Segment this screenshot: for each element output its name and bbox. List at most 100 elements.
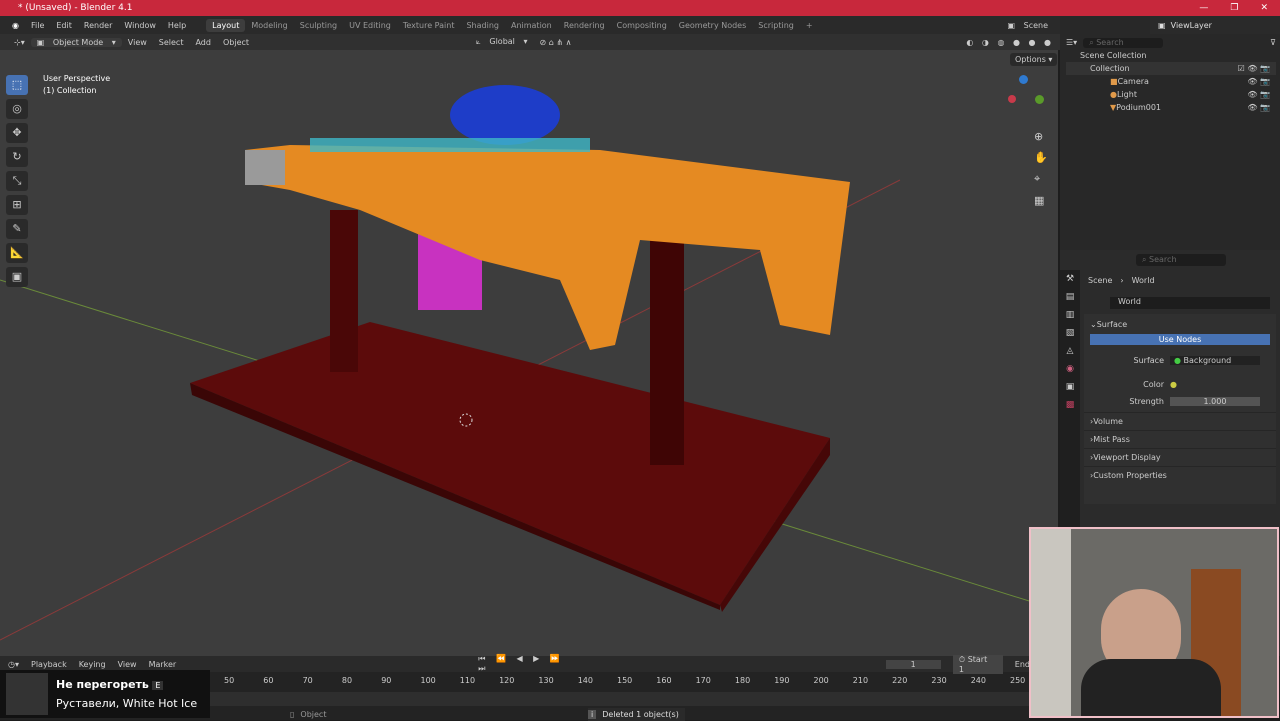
close-icon[interactable]: ✕ (1260, 3, 1268, 13)
visibility-icon[interactable]: ☑ 👁 📷 (1238, 64, 1276, 73)
options-dropdown[interactable]: Options ▾ (1010, 53, 1058, 66)
current-frame-field[interactable]: 1 (885, 659, 941, 669)
tab-modeling[interactable]: Modeling (245, 19, 293, 32)
add-cube-icon[interactable]: ▣ (6, 267, 28, 287)
zoom-icon[interactable]: ⊕ (1034, 130, 1048, 143)
visibility-icon[interactable]: 👁 📷 (1247, 103, 1276, 112)
mist-pass-panel[interactable]: › Mist Pass (1084, 430, 1276, 448)
timeline-track[interactable] (210, 692, 1030, 706)
tool-tab-icon[interactable]: ⚒ (1066, 274, 1074, 284)
surface-shader-field[interactable]: ● Background (1170, 356, 1260, 365)
move-icon[interactable]: ✥ (6, 123, 28, 143)
start-frame-field[interactable]: ⏱ Start 1 (952, 654, 1003, 674)
minimize-icon[interactable]: — (1199, 3, 1208, 13)
mode-dropdown[interactable]: ▣ Object Mode ▾ (30, 37, 122, 47)
use-nodes-button[interactable]: Use Nodes (1090, 334, 1270, 345)
menu-select[interactable]: Select (153, 38, 190, 47)
menu-playback[interactable]: Playback (31, 660, 67, 669)
tab-geometry-nodes[interactable]: Geometry Nodes (673, 19, 752, 32)
tab-scripting[interactable]: Scripting (752, 19, 800, 32)
menu-keying[interactable]: Keying (79, 660, 106, 669)
shading-buttons[interactable]: ◐ ◑ ◍ ● ● ● (960, 38, 1060, 47)
tab-compositing[interactable]: Compositing (611, 19, 673, 32)
3d-viewport[interactable]: User Perspective (1) Collection Options … (0, 50, 1058, 656)
window-title: * (Unsaved) - Blender 4.1 (18, 3, 133, 13)
outliner-item-podium[interactable]: Podium001 (1116, 103, 1161, 112)
orientation-dropdown[interactable]: ⟀ Global ▾ (470, 37, 533, 47)
pan-hand-icon[interactable]: ✋ (1034, 151, 1048, 164)
outliner-item-light[interactable]: Light (1117, 90, 1137, 99)
frame-tick: 240 (970, 676, 986, 685)
scene-tab-icon[interactable]: ◬ (1067, 346, 1074, 356)
navigation-gizmo[interactable] (1005, 75, 1045, 125)
menu-help[interactable]: Help (162, 19, 192, 32)
menu-add[interactable]: Add (189, 38, 217, 47)
outliner-search-placeholder: Search (1096, 37, 1124, 47)
playback-controls[interactable]: ⏮ ⏪ ◀ ▶ ⏩ ⏭ (478, 654, 573, 674)
tab-uv-editing[interactable]: UV Editing (343, 19, 397, 32)
add-workspace-button[interactable]: + (800, 19, 819, 32)
menu-view[interactable]: View (122, 38, 153, 47)
cursor-icon[interactable]: ◎ (6, 99, 28, 119)
view-layer-selector[interactable]: ▣ ViewLayer (1150, 16, 1280, 34)
surface-panel-header[interactable]: ⌄ Surface (1084, 314, 1276, 334)
scene-selector[interactable]: ▣ Scene (1002, 19, 1061, 32)
scale-icon[interactable]: ⤡ (6, 171, 28, 191)
world-tab-icon[interactable]: ◉ (1066, 364, 1074, 374)
outliner-search[interactable]: ⌕ Search (1083, 37, 1164, 48)
menu-window[interactable]: Window (118, 19, 162, 32)
strength-field[interactable]: 1.000 (1170, 397, 1260, 406)
track-artist: Руставели, White Hot Ice (56, 696, 198, 710)
snap-icon[interactable]: ⊘ ⌂ ⋔ ∧ (533, 38, 577, 47)
custom-properties-panel[interactable]: › Custom Properties (1084, 466, 1276, 484)
outliner-item-camera[interactable]: Camera (1118, 77, 1149, 86)
annotate-icon[interactable]: ✎ (6, 219, 28, 239)
tab-animation[interactable]: Animation (505, 19, 558, 32)
status-mode: ▯ Object (290, 710, 327, 719)
menu-edit[interactable]: Edit (50, 19, 78, 32)
end-frame-field[interactable]: End (1015, 660, 1030, 669)
maximize-icon[interactable]: ❐ (1230, 3, 1238, 13)
menu-render[interactable]: Render (78, 19, 118, 32)
output-tab-icon[interactable]: ▥ (1066, 310, 1075, 320)
viewport-display-panel[interactable]: › Viewport Display (1084, 448, 1276, 466)
ortho-grid-icon[interactable]: ▦ (1034, 194, 1048, 207)
frame-ruler[interactable]: 50 60 70 80 90 100 110 120 130 140 150 160 170 180 190… (210, 676, 1030, 688)
view-layer-tab-icon[interactable]: ▧ (1066, 328, 1075, 338)
editor-type-icon[interactable]: ⊹▾ (8, 38, 31, 47)
volume-panel[interactable]: › Volume (1084, 412, 1276, 430)
measure-icon[interactable]: 📐 (6, 243, 28, 263)
rotate-icon[interactable]: ↻ (6, 147, 28, 167)
select-box-icon[interactable]: ⬚ (6, 75, 28, 95)
transform-icon[interactable]: ⊞ (6, 195, 28, 215)
tab-rendering[interactable]: Rendering (558, 19, 611, 32)
tab-layout[interactable]: Layout (206, 18, 246, 32)
window-controls: — ❐ ✕ (1199, 3, 1280, 13)
collection-item[interactable]: Collection (1090, 64, 1130, 73)
scene-collection-item[interactable]: Scene Collection (1080, 51, 1147, 60)
camera-view-icon[interactable]: ⌖ (1034, 172, 1048, 186)
menu-marker[interactable]: Marker (149, 660, 177, 669)
tab-texture-paint[interactable]: Texture Paint (397, 19, 461, 32)
world-name-field[interactable]: World (1110, 297, 1270, 309)
tab-sculpting[interactable]: Sculpting (294, 19, 343, 32)
explicit-badge: E (152, 680, 164, 690)
visibility-icon[interactable]: 👁 📷 (1247, 77, 1276, 86)
outliner-editor-icon[interactable]: ☰▾ (1066, 38, 1077, 47)
properties-search[interactable]: ⌕ Search (1136, 254, 1226, 266)
properties-search-placeholder: Search (1149, 255, 1177, 264)
webcam-overlay (1029, 527, 1279, 718)
render-tab-icon[interactable]: ▤ (1066, 292, 1075, 302)
texture-tab-icon[interactable]: ▩ (1066, 400, 1075, 410)
menu-view-timeline[interactable]: View (118, 660, 137, 669)
timeline-editor-icon[interactable]: ◷▾ (8, 660, 19, 669)
menu-object[interactable]: Object (217, 38, 255, 47)
color-socket[interactable]: ● (1170, 380, 1177, 389)
menu-file[interactable]: File (25, 19, 50, 32)
tab-shading[interactable]: Shading (460, 19, 505, 32)
collection-tab-icon[interactable]: ▣ (1066, 382, 1075, 392)
blender-logo-icon[interactable]: ◉ (6, 19, 25, 32)
tool-shelf: ⬚ ◎ ✥ ↻ ⤡ ⊞ ✎ 📐 ▣ (6, 75, 30, 287)
visibility-icon[interactable]: 👁 📷 (1247, 90, 1276, 99)
filter-icon[interactable]: ⊽ (1270, 38, 1276, 47)
